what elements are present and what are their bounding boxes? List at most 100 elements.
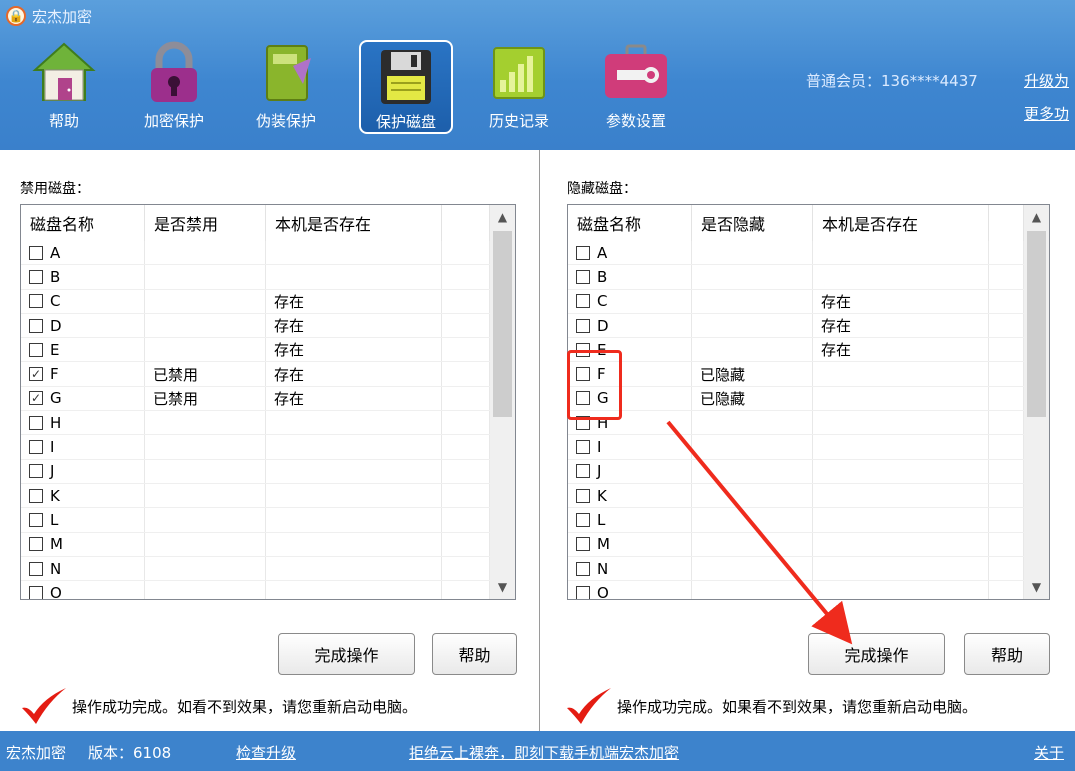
table-row[interactable]: F 已隐藏 [568, 362, 1024, 387]
table-row[interactable]: N [21, 556, 490, 582]
table-row[interactable]: D 存在 [21, 313, 490, 339]
disk-checkbox[interactable] [576, 585, 590, 599]
table-row[interactable]: J [568, 459, 1024, 484]
table-row[interactable]: I [21, 435, 490, 460]
table-row[interactable]: L [21, 508, 490, 533]
table-row[interactable]: D 存在 [568, 313, 1024, 339]
table-row[interactable]: C 存在 [21, 289, 490, 314]
disk-checkbox[interactable] [29, 342, 43, 357]
column-header-exists[interactable]: 本机是否存在 [813, 205, 989, 241]
disk-checkbox[interactable] [29, 464, 43, 479]
promo-link[interactable]: 拒绝云上裸奔，即刻下载手机端宏杰加密 [409, 742, 679, 763]
disk-checkbox[interactable] [576, 269, 590, 284]
disk-checkbox[interactable]: ✓ [29, 367, 43, 382]
left-done-button[interactable]: 完成操作 [278, 633, 415, 675]
disk-checkbox[interactable] [576, 294, 590, 309]
table-row[interactable]: M [568, 532, 1024, 557]
disk-checkbox[interactable] [29, 488, 43, 503]
scroll-down-icon[interactable]: ▼ [490, 575, 515, 599]
scroll-up-icon[interactable]: ▲ [490, 205, 515, 229]
disk-checkbox[interactable] [29, 512, 43, 527]
toolbar-history-button[interactable]: 历史记录 [483, 38, 555, 134]
table-row[interactable]: N [568, 556, 1024, 582]
toolbar-encrypt-button[interactable]: 加密保护 [138, 38, 210, 134]
table-row[interactable]: K [568, 483, 1024, 509]
toolbar-disguise-button[interactable]: 伪装保护 [250, 38, 322, 134]
disk-letter: J [50, 462, 55, 481]
empty-cell [442, 313, 490, 338]
scroll-down-icon[interactable]: ▼ [1024, 575, 1049, 599]
disk-exists-cell [266, 435, 442, 459]
disk-checkbox[interactable] [576, 537, 590, 552]
upgrade-link[interactable]: 升级为 [1024, 70, 1069, 91]
disk-checkbox[interactable] [29, 294, 43, 309]
table-row[interactable]: J [21, 459, 490, 484]
empty-cell [442, 532, 490, 556]
about-link[interactable]: 关于 [1034, 742, 1064, 763]
table-row[interactable]: H [568, 411, 1024, 436]
disk-exists-cell [813, 556, 989, 581]
disk-checkbox[interactable] [576, 512, 590, 527]
table-row[interactable]: B [568, 265, 1024, 290]
table-row[interactable]: O [21, 581, 490, 599]
table-row[interactable]: ✓ G 已禁用 存在 [21, 386, 490, 412]
disk-checkbox[interactable] [29, 561, 43, 576]
left-help-button[interactable]: 帮助 [432, 633, 517, 675]
column-header-disk-name[interactable]: 磁盘名称 [568, 205, 692, 241]
disk-checkbox[interactable] [29, 585, 43, 599]
disk-status-cell [692, 411, 813, 435]
table-row[interactable]: ✓ F 已禁用 存在 [21, 362, 490, 387]
toolbar-help-button[interactable]: 帮助 [28, 38, 100, 134]
vertical-scrollbar[interactable]: ▲ ▼ [490, 205, 515, 599]
table-row[interactable]: B [21, 265, 490, 290]
empty-cell [442, 289, 490, 313]
scroll-thumb[interactable] [1027, 231, 1046, 417]
column-header-disk-name[interactable]: 磁盘名称 [21, 205, 145, 241]
disk-checkbox[interactable]: ✓ [29, 391, 43, 406]
table-row[interactable]: E 存在 [568, 338, 1024, 363]
disable-disk-list[interactable]: 磁盘名称 是否禁用 本机是否存在 A B C 存在 D 存在 E 存在 ✓ F 已禁用 存在 ✓ G 已禁用… [20, 204, 516, 600]
scroll-thumb[interactable] [493, 231, 512, 417]
disk-checkbox[interactable] [576, 318, 590, 333]
hide-disk-list[interactable]: 磁盘名称 是否隐藏 本机是否存在 A B C 存在 D 存在 E 存在 F 已隐藏 G 已隐藏 H I J K… [567, 204, 1050, 600]
column-header-disabled[interactable]: 是否禁用 [145, 205, 266, 241]
column-header-hidden[interactable]: 是否隐藏 [692, 205, 813, 241]
empty-cell [442, 411, 490, 435]
table-row[interactable]: K [21, 483, 490, 509]
disk-checkbox[interactable] [29, 440, 43, 455]
toolbar-settings-button[interactable]: 参数设置 [600, 38, 672, 134]
disk-letter: D [50, 316, 62, 335]
disk-checkbox[interactable] [29, 318, 43, 333]
table-row[interactable]: O [568, 581, 1024, 599]
table-row[interactable]: H [21, 411, 490, 436]
disk-checkbox[interactable] [576, 440, 590, 455]
table-row[interactable]: G 已隐藏 [568, 386, 1024, 412]
table-row[interactable]: C 存在 [568, 289, 1024, 314]
check-update-link[interactable]: 检查升级 [236, 742, 296, 763]
empty-cell [442, 386, 490, 411]
disk-letter: H [50, 413, 62, 432]
right-done-button[interactable]: 完成操作 [808, 633, 945, 675]
table-row[interactable]: A [21, 241, 490, 266]
vertical-scrollbar[interactable]: ▲ ▼ [1024, 205, 1049, 599]
disk-checkbox[interactable] [29, 415, 43, 430]
disk-status-cell: 已隐藏 [692, 362, 813, 386]
scroll-up-icon[interactable]: ▲ [1024, 205, 1049, 229]
table-row[interactable]: L [568, 508, 1024, 533]
table-row[interactable]: E 存在 [21, 338, 490, 363]
disk-checkbox[interactable] [576, 488, 590, 503]
column-header-exists[interactable]: 本机是否存在 [266, 205, 442, 241]
table-row[interactable]: A [568, 241, 1024, 266]
disk-checkbox[interactable] [29, 245, 43, 260]
more-features-link[interactable]: 更多功 [1024, 103, 1069, 124]
right-help-button[interactable]: 帮助 [964, 633, 1050, 675]
disk-checkbox[interactable] [576, 561, 590, 576]
disk-checkbox[interactable] [29, 537, 43, 552]
table-row[interactable]: M [21, 532, 490, 557]
disk-checkbox[interactable] [576, 464, 590, 479]
disk-letter: N [50, 559, 62, 578]
disk-checkbox[interactable] [29, 269, 43, 284]
table-row[interactable]: I [568, 435, 1024, 460]
toolbar-protect-disk-button[interactable]: 保护磁盘 [359, 40, 453, 134]
disk-checkbox[interactable] [576, 245, 590, 260]
